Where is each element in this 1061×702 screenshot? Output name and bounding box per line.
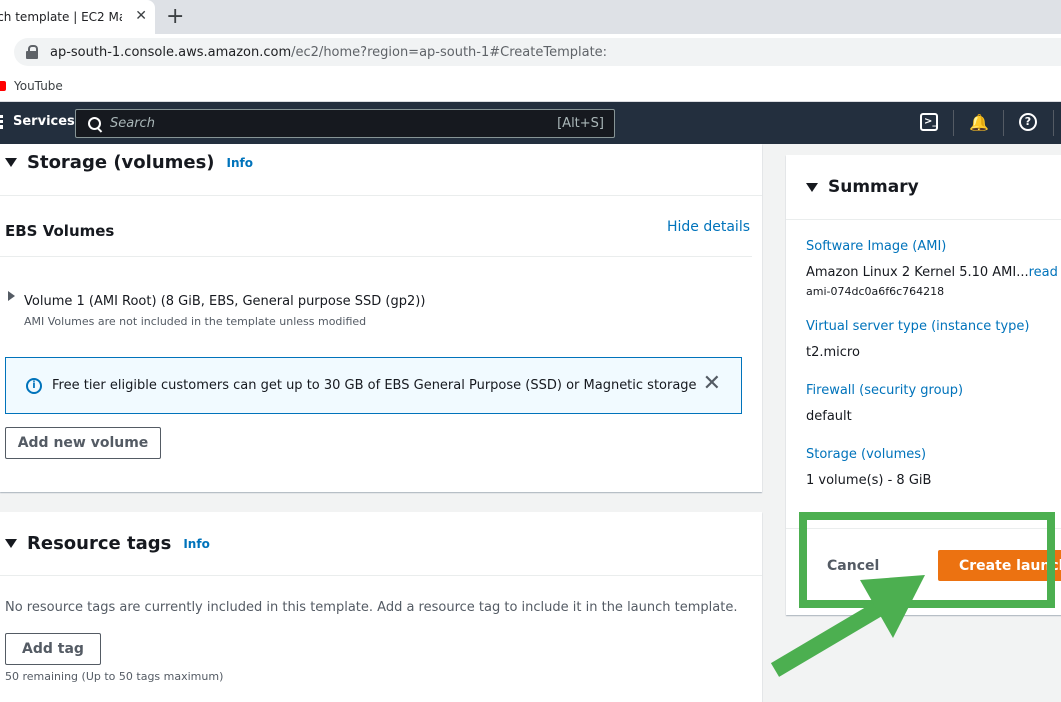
alert-text: Free tier eligible customers can get up … bbox=[52, 378, 697, 393]
add-new-volume-button[interactable]: Add new volume bbox=[5, 427, 161, 459]
bookmarks-bar: YouTube bbox=[0, 70, 1061, 102]
tab-title: unch template | EC2 Ma bbox=[0, 10, 122, 24]
storage-summary-label[interactable]: Storage (volumes) bbox=[806, 447, 926, 462]
close-icon[interactable]: ✕ bbox=[703, 373, 721, 395]
help-icon[interactable]: ? bbox=[1019, 113, 1037, 131]
caret-right-icon[interactable] bbox=[8, 291, 15, 301]
browser-tabstrip: unch template | EC2 Ma ✕ + bbox=[0, 0, 1061, 34]
search-input[interactable]: Search [Alt+S] bbox=[75, 109, 615, 138]
resource-tags-title: Resource tags bbox=[27, 533, 172, 554]
firewall-label[interactable]: Firewall (security group) bbox=[806, 383, 963, 398]
search-placeholder: Search bbox=[110, 116, 155, 131]
resource-tags-header[interactable]: Resource tags Info bbox=[5, 533, 210, 554]
nav-divider bbox=[953, 110, 954, 136]
storage-header[interactable]: Storage (volumes) Info bbox=[5, 152, 253, 173]
no-tags-message: No resource tags are currently included … bbox=[5, 600, 738, 615]
resource-tags-panel: Resource tags Info No resource tags are … bbox=[0, 512, 762, 702]
tags-remaining: 50 remaining (Up to 50 tags maximum) bbox=[5, 670, 224, 683]
services-label: Services bbox=[13, 114, 75, 129]
info-icon: i bbox=[26, 377, 42, 394]
search-shortcut: [Alt+S] bbox=[557, 116, 604, 131]
storage-summary-value: 1 volume(s) - 8 GiB bbox=[806, 473, 932, 488]
add-tag-button[interactable]: Add tag bbox=[5, 633, 101, 665]
address-bar: ap-south-1.console.aws.amazon.com/ec2/ho… bbox=[0, 34, 1061, 70]
grid-icon bbox=[0, 114, 3, 129]
free-tier-alert: i Free tier eligible customers can get u… bbox=[5, 357, 742, 414]
divider bbox=[786, 219, 1061, 220]
divider bbox=[0, 195, 762, 196]
ebs-volumes-heading: EBS Volumes bbox=[5, 222, 115, 240]
instance-type-value: t2.micro bbox=[806, 345, 860, 360]
youtube-icon bbox=[0, 80, 6, 91]
summary-header[interactable]: Summary bbox=[806, 177, 919, 197]
ami-value: Amazon Linux 2 Kernel 5.10 AMI...read m bbox=[806, 265, 1061, 280]
divider bbox=[0, 256, 752, 257]
storage-panel: Storage (volumes) Info EBS Volumes Hide … bbox=[0, 144, 762, 492]
ami-name: Amazon Linux 2 Kernel 5.10 AMI... bbox=[806, 265, 1029, 280]
cloudshell-icon[interactable]: >_ bbox=[920, 113, 938, 131]
instance-type-label[interactable]: Virtual server type (instance type) bbox=[806, 319, 1029, 334]
notifications-bell-icon[interactable]: 🔔 bbox=[969, 113, 989, 132]
caret-down-icon[interactable] bbox=[806, 182, 818, 192]
volume-note: AMI Volumes are not included in the temp… bbox=[24, 315, 367, 328]
resource-tags-info-link[interactable]: Info bbox=[183, 537, 209, 551]
aws-top-nav: Services Search [Alt+S] >_ 🔔 ? bbox=[0, 102, 1061, 144]
annotation-arrow-icon bbox=[770, 575, 925, 677]
services-menu-button[interactable]: Services bbox=[0, 114, 75, 129]
volume-1-label[interactable]: Volume 1 (AMI Root) (8 GiB, EBS, General… bbox=[24, 294, 425, 309]
close-tab-icon[interactable]: ✕ bbox=[135, 8, 147, 24]
firewall-value: default bbox=[806, 409, 852, 424]
caret-down-icon[interactable] bbox=[5, 539, 17, 548]
nav-divider bbox=[1003, 110, 1004, 136]
bookmark-youtube[interactable]: YouTube bbox=[14, 79, 63, 93]
url-host: ap-south-1.console.aws.amazon.com bbox=[50, 44, 292, 60]
read-more-link[interactable]: read m bbox=[1029, 265, 1061, 280]
summary-title: Summary bbox=[828, 177, 919, 197]
lock-icon[interactable] bbox=[26, 45, 38, 59]
ami-id: ami-074dc0a6f6c764218 bbox=[806, 285, 945, 298]
caret-down-icon[interactable] bbox=[5, 158, 17, 167]
storage-info-link[interactable]: Info bbox=[227, 156, 253, 170]
ami-label[interactable]: Software Image (AMI) bbox=[806, 239, 946, 254]
url-field[interactable]: ap-south-1.console.aws.amazon.com/ec2/ho… bbox=[14, 38, 1061, 66]
new-tab-button[interactable]: + bbox=[166, 4, 184, 29]
browser-tab[interactable]: unch template | EC2 Ma ✕ bbox=[0, 0, 155, 34]
url-path: /ec2/home?region=ap-south-1#CreateTempla… bbox=[291, 44, 608, 60]
search-icon bbox=[88, 116, 102, 131]
storage-title: Storage (volumes) bbox=[27, 152, 215, 173]
divider bbox=[0, 575, 762, 576]
nav-divider bbox=[1053, 110, 1054, 136]
hide-details-link[interactable]: Hide details bbox=[667, 219, 750, 235]
